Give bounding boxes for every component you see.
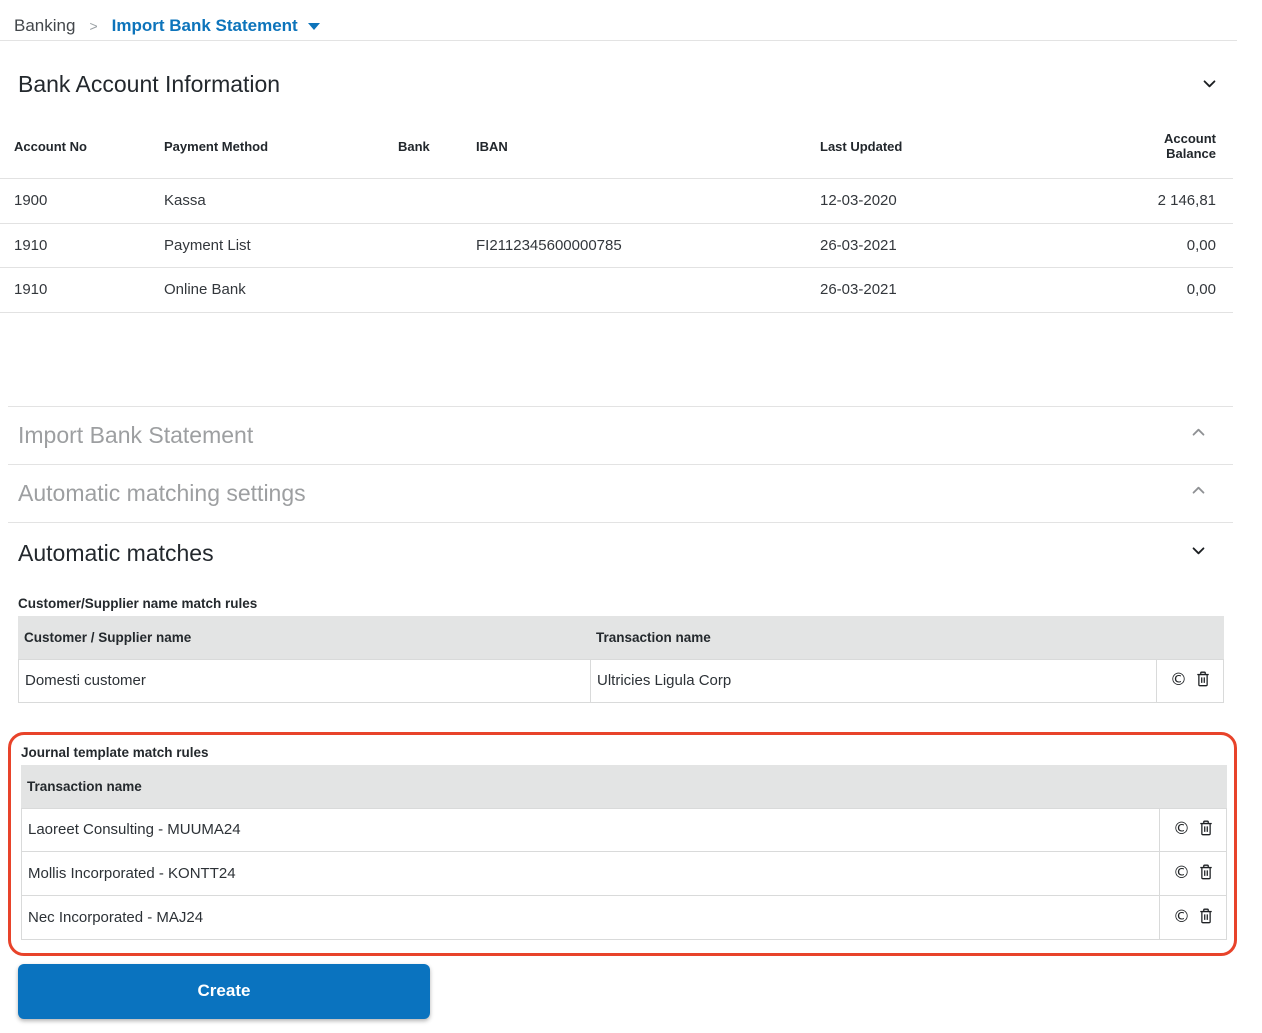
column-header-last-updated: Last Updated (820, 139, 1122, 154)
copy-icon: © (1170, 670, 1187, 690)
breadcrumb-separator: > (89, 18, 97, 34)
copy-rule-button[interactable]: © (1173, 909, 1190, 926)
breadcrumb-item-banking[interactable]: Banking (14, 16, 75, 36)
table-row[interactable]: 1910 Payment List FI2112345600000785 26-… (0, 224, 1233, 269)
cell-account-no: 1910 (14, 237, 164, 254)
section-header-automatic-matching-settings[interactable]: Automatic matching settings (8, 464, 1233, 522)
section-header-import-bank-statement[interactable]: Import Bank Statement (8, 406, 1233, 464)
cell-iban: FI2112345600000785 (476, 237, 820, 254)
create-button[interactable]: Create (18, 964, 430, 1019)
table-header-row: Transaction name (21, 765, 1227, 808)
journal-template-rules-label: Journal template match rules (21, 745, 1234, 760)
customer-supplier-rules-table: Customer / Supplier name Transaction nam… (18, 616, 1224, 703)
chevron-up-icon[interactable] (1190, 482, 1207, 504)
copy-rule-button[interactable]: © (1173, 865, 1190, 882)
column-header-bank: Bank (398, 139, 476, 154)
customer-supplier-rules-label: Customer/Supplier name match rules (18, 596, 1262, 611)
cell-transaction-name: Mollis Incorporated - KONTT24 (22, 852, 1160, 895)
column-header-account-no: Account No (14, 139, 164, 154)
table-row: Mollis Incorporated - KONTT24 © (21, 852, 1227, 896)
cell-payment-method: Kassa (164, 192, 398, 209)
copy-icon: © (1173, 907, 1190, 927)
delete-rule-button[interactable] (1199, 820, 1213, 839)
delete-rule-button[interactable] (1196, 671, 1210, 690)
trash-icon (1199, 908, 1213, 927)
cell-transaction-name: Nec Incorporated - MAJ24 (22, 896, 1160, 939)
chevron-up-icon[interactable] (1190, 424, 1207, 446)
column-header-payment-method: Payment Method (164, 139, 398, 154)
cell-payment-method: Payment List (164, 237, 398, 254)
chevron-down-icon[interactable] (1190, 542, 1207, 564)
cell-account-balance: 0,00 (1122, 237, 1233, 254)
copy-rule-button[interactable]: © (1170, 672, 1187, 689)
copy-icon: © (1173, 863, 1190, 883)
column-header-account-balance: Account Balance (1122, 131, 1233, 161)
cell-account-balance: 2 146,81 (1122, 192, 1233, 209)
trash-icon (1199, 864, 1213, 883)
column-header-transaction-name: Transaction name (590, 630, 1158, 645)
journal-template-rules-highlight-box: Journal template match rules Transaction… (8, 732, 1237, 956)
table-row[interactable]: 1910 Online Bank 26-03-2021 0,00 (0, 268, 1233, 313)
cell-account-no: 1900 (14, 192, 164, 209)
table-row[interactable]: 1900 Kassa 12-03-2020 2 146,81 (0, 179, 1233, 224)
cell-last-updated: 12-03-2020 (820, 192, 1122, 209)
bank-table-header-row: Account No Payment Method Bank IBAN Last… (0, 124, 1233, 168)
cell-transaction-name: Ultricies Ligula Corp (591, 660, 1157, 702)
cell-last-updated: 26-03-2021 (820, 237, 1122, 254)
table-row: Laoreet Consulting - MUUMA24 © (21, 808, 1227, 852)
copy-rule-button[interactable]: © (1173, 821, 1190, 838)
column-header-transaction-name: Transaction name (21, 779, 1161, 794)
bank-account-table: Account No Payment Method Bank IBAN Last… (0, 124, 1262, 313)
cell-customer-supplier-name: Domesti customer (19, 660, 591, 702)
table-header-row: Customer / Supplier name Transaction nam… (18, 616, 1224, 659)
section-title: Import Bank Statement (18, 422, 253, 449)
column-header-customer-supplier-name: Customer / Supplier name (18, 630, 590, 645)
cell-payment-method: Online Bank (164, 281, 398, 298)
section-title: Bank Account Information (18, 71, 280, 97)
table-row: Domesti customer Ultricies Ligula Corp © (18, 659, 1224, 703)
trash-icon (1196, 671, 1210, 690)
cell-account-no: 1910 (14, 281, 164, 298)
breadcrumb-current-dropdown[interactable]: Import Bank Statement (112, 16, 320, 36)
journal-template-rules-table: Transaction name Laoreet Consulting - MU… (21, 765, 1227, 940)
section-title: Automatic matching settings (18, 480, 306, 507)
copy-icon: © (1173, 819, 1190, 839)
cell-last-updated: 26-03-2021 (820, 281, 1122, 298)
trash-icon (1199, 820, 1213, 839)
delete-rule-button[interactable] (1199, 864, 1213, 883)
caret-down-icon (308, 23, 320, 30)
column-header-iban: IBAN (476, 139, 820, 154)
chevron-down-icon[interactable] (1201, 75, 1218, 97)
table-row: Nec Incorporated - MAJ24 © (21, 896, 1227, 940)
cell-transaction-name: Laoreet Consulting - MUUMA24 (22, 809, 1160, 851)
breadcrumb-current-label: Import Bank Statement (112, 16, 298, 36)
delete-rule-button[interactable] (1199, 908, 1213, 927)
section-title: Automatic matches (18, 540, 214, 567)
cell-account-balance: 0,00 (1122, 281, 1233, 298)
breadcrumb: Banking > Import Bank Statement (0, 0, 1262, 40)
section-header-automatic-matches[interactable]: Automatic matches (8, 522, 1233, 584)
bank-account-information-section-header[interactable]: Bank Account Information (0, 41, 1262, 98)
